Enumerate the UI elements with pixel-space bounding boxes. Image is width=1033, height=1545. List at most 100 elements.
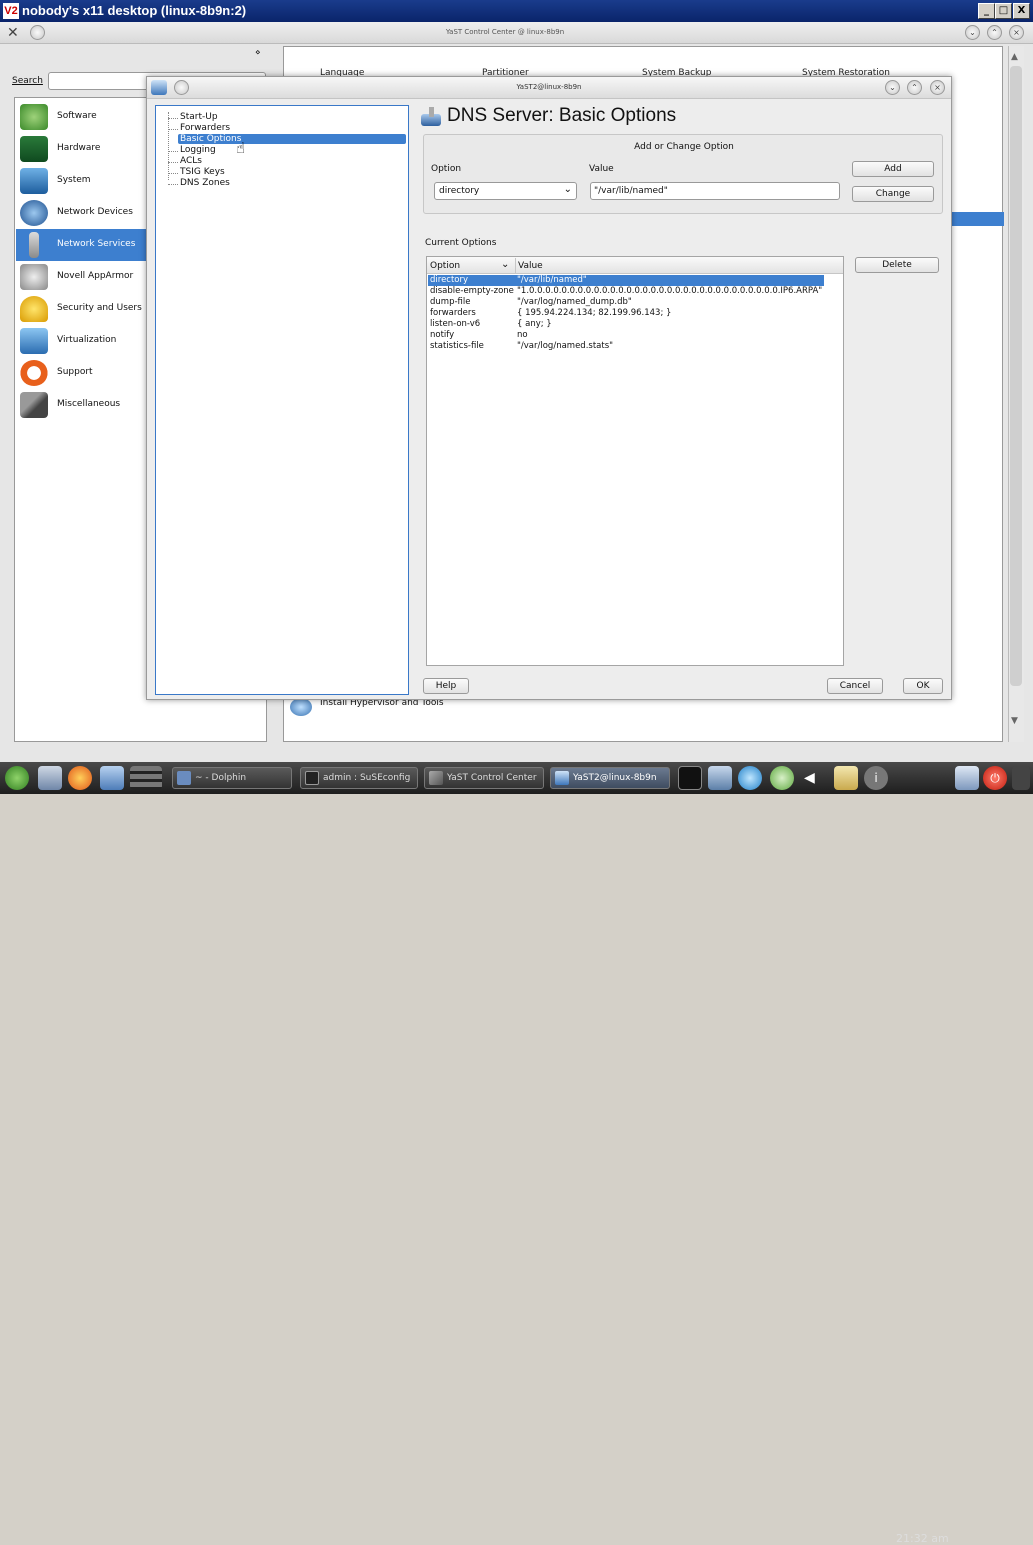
page-title: DNS Server: Basic Options bbox=[447, 105, 677, 126]
start-menu-icon[interactable] bbox=[5, 766, 29, 790]
mouse-cursor-icon: ☝ bbox=[236, 139, 246, 157]
tree-item-forwarders[interactable]: Forwarders bbox=[180, 123, 230, 133]
tree-line bbox=[168, 112, 169, 180]
options-tree: Start-Up Forwarders Basic Options Loggin… bbox=[155, 105, 409, 695]
chevron-down-icon[interactable]: ⌄ bbox=[885, 80, 900, 95]
current-options-label: Current Options bbox=[425, 238, 497, 248]
vnc-window-title: nobody's x11 desktop (linux-8b9n:2) bbox=[22, 3, 247, 18]
task-dolphin[interactable]: ~ - Dolphin bbox=[172, 767, 292, 789]
tree-item-basic-options[interactable]: Basic Options bbox=[178, 134, 406, 144]
chevron-down-icon: ⌄ bbox=[563, 184, 572, 195]
table-row[interactable]: statistics-file "/var/log/named.stats" bbox=[428, 341, 824, 352]
category-label: Security and Users bbox=[57, 303, 142, 313]
category-label: Miscellaneous bbox=[57, 399, 121, 409]
vnc-logo-icon: V2 bbox=[3, 3, 19, 19]
firefox-icon[interactable] bbox=[68, 766, 92, 790]
option-label: Option bbox=[431, 164, 462, 174]
clock[interactable]: 21:32 am bbox=[896, 1532, 949, 1545]
chevron-up-icon[interactable]: ⌃ bbox=[907, 80, 922, 95]
support-icon bbox=[20, 360, 48, 386]
dns-dialog: YaST2@linux-8b9n ⌄ ⌃ × Start-Up Forwarde… bbox=[146, 76, 952, 700]
task-label: ~ - Dolphin bbox=[195, 773, 247, 783]
category-label: Hardware bbox=[57, 143, 101, 153]
ok-button[interactable]: OK bbox=[903, 678, 943, 694]
close-button[interactable]: X bbox=[1013, 3, 1030, 19]
sort-down-icon[interactable]: ⌄ bbox=[501, 259, 509, 270]
change-button[interactable]: Change bbox=[852, 186, 934, 202]
tree-item-start-up[interactable]: Start-Up bbox=[180, 112, 218, 122]
minimize-button[interactable]: _ bbox=[978, 3, 995, 19]
cell-option: notify bbox=[430, 330, 455, 340]
panel-options-icon[interactable]: ⋄ bbox=[255, 48, 261, 58]
tree-item-logging[interactable]: Logging bbox=[180, 145, 216, 155]
add-button[interactable]: Add bbox=[852, 161, 934, 177]
file-manager-icon[interactable] bbox=[100, 766, 124, 790]
value-input[interactable]: "/var/lib/named" bbox=[590, 182, 840, 200]
task-terminal[interactable]: admin : SuSEconfig bbox=[300, 767, 418, 789]
category-label: Network Devices bbox=[57, 207, 133, 217]
apparmor-icon bbox=[20, 264, 48, 290]
task-yast-control-center[interactable]: YaST Control Center bbox=[424, 767, 544, 789]
tree-item-acls[interactable]: ACLs bbox=[180, 156, 202, 166]
dns-server-icon bbox=[421, 107, 443, 127]
lock-icon[interactable] bbox=[955, 766, 979, 790]
cell-value: "1.0.0.0.0.0.0.0.0.0.0.0.0.0.0.0.0.0.0.0… bbox=[517, 286, 823, 296]
network-devices-icon bbox=[20, 200, 48, 226]
search-label: Search bbox=[12, 76, 43, 86]
clipboard-icon[interactable] bbox=[834, 766, 858, 790]
category-label: System bbox=[57, 175, 91, 185]
table-row[interactable]: listen-on-v6 { any; } bbox=[428, 319, 824, 330]
maximize-button[interactable]: □ bbox=[995, 3, 1012, 19]
gecko-icon[interactable] bbox=[770, 766, 794, 790]
scroll-thumb[interactable] bbox=[1010, 66, 1022, 686]
column-header-value[interactable]: Value bbox=[518, 261, 543, 271]
system-icon bbox=[20, 168, 48, 194]
cell-value: no bbox=[517, 330, 528, 340]
miscellaneous-icon bbox=[20, 392, 48, 418]
table-header: Option ⌄ Value bbox=[427, 257, 843, 274]
hardware-icon bbox=[20, 136, 48, 162]
close-icon[interactable]: × bbox=[930, 80, 945, 95]
tree-branch bbox=[168, 162, 178, 163]
virtualization-icon bbox=[20, 328, 48, 354]
option-select[interactable]: directory ⌄ bbox=[434, 182, 577, 200]
add-change-box: Add or Change Option Option Value direct… bbox=[423, 134, 943, 214]
tree-branch bbox=[168, 184, 178, 185]
tree-branch bbox=[168, 129, 178, 130]
info-icon[interactable]: i bbox=[864, 766, 888, 790]
task-label: admin : SuSEconfig bbox=[323, 773, 411, 783]
column-header-option[interactable]: Option bbox=[430, 261, 460, 271]
table-row[interactable]: dump-file "/var/log/named_dump.db" bbox=[428, 297, 824, 308]
cell-option: disable-empty-zone bbox=[430, 286, 514, 296]
module-scrollbar[interactable]: ▲ ▼ bbox=[1008, 46, 1024, 742]
table-row[interactable]: forwarders { 195.94.224.134; 82.199.96.1… bbox=[428, 308, 824, 319]
value-label: Value bbox=[589, 164, 614, 174]
close-icon[interactable]: × bbox=[1009, 25, 1024, 40]
scroll-down-icon[interactable]: ▼ bbox=[1011, 716, 1018, 726]
dolphin-icon bbox=[177, 771, 191, 785]
delete-button[interactable]: Delete bbox=[855, 257, 939, 273]
taskbar-handle-icon[interactable] bbox=[1012, 766, 1030, 790]
cell-value: { 195.94.224.134; 82.199.96.143; } bbox=[517, 308, 672, 318]
power-icon[interactable]: ⏻ bbox=[983, 766, 1007, 790]
desktop-icon[interactable] bbox=[38, 766, 62, 790]
cancel-button[interactable]: Cancel bbox=[827, 678, 883, 694]
task-yast2[interactable]: YaST2@linux-8b9n bbox=[550, 767, 670, 789]
cell-value: { any; } bbox=[517, 319, 552, 329]
table-row[interactable]: notify no bbox=[428, 330, 824, 341]
tree-item-tsig-keys[interactable]: TSIG Keys bbox=[180, 167, 225, 177]
module-selected-row bbox=[950, 212, 1004, 226]
pager-icon[interactable] bbox=[130, 766, 162, 790]
table-row[interactable]: directory "/var/lib/named" bbox=[428, 275, 824, 286]
scroll-up-icon[interactable]: ▲ bbox=[1011, 52, 1018, 62]
cell-option: dump-file bbox=[430, 297, 471, 307]
help-button[interactable]: Help bbox=[423, 678, 469, 694]
task-label: YaST Control Center bbox=[447, 773, 537, 783]
terminal-icon[interactable] bbox=[678, 766, 702, 790]
volume-icon[interactable]: ◀ bbox=[804, 766, 820, 790]
tree-branch bbox=[168, 151, 178, 152]
table-row[interactable]: disable-empty-zone "1.0.0.0.0.0.0.0.0.0.… bbox=[428, 286, 824, 297]
update-icon[interactable] bbox=[738, 766, 762, 790]
network-icon[interactable] bbox=[708, 766, 732, 790]
tree-item-dns-zones[interactable]: DNS Zones bbox=[180, 178, 230, 188]
